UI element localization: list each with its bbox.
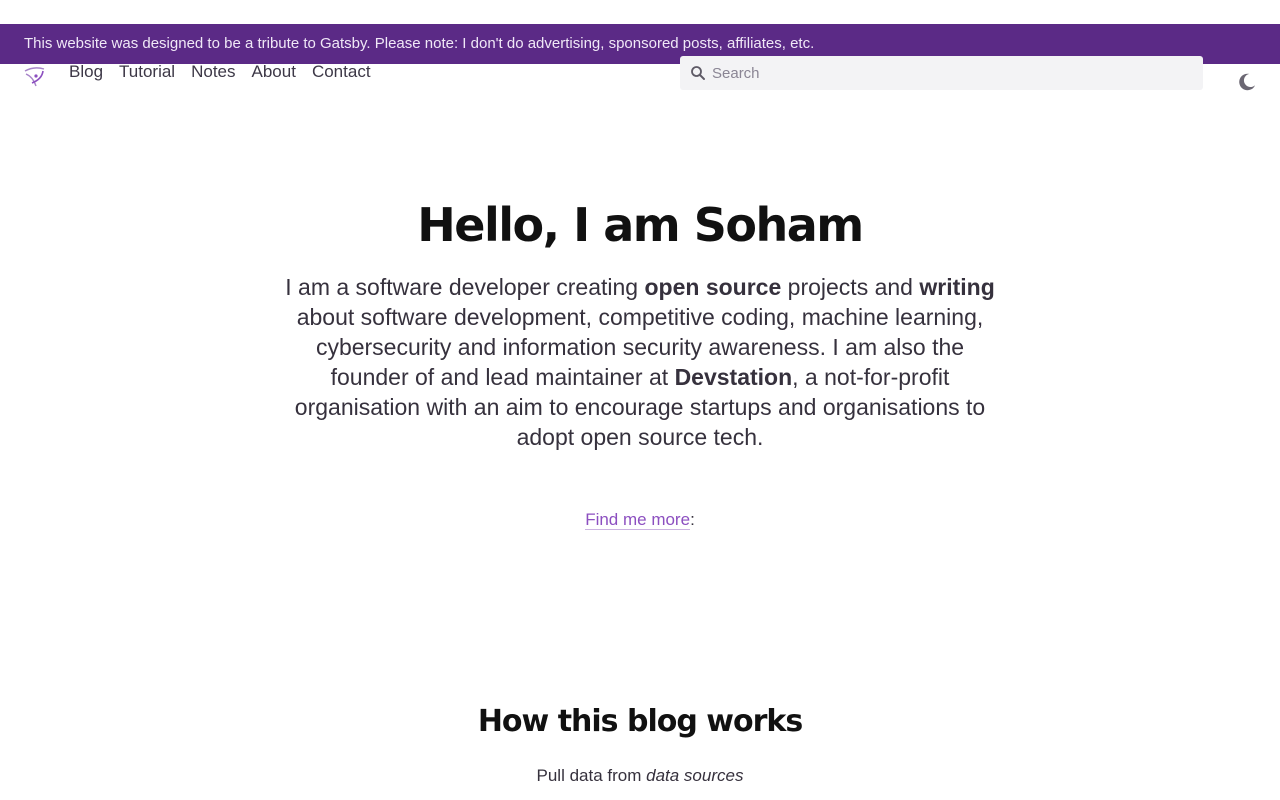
how-it-works-title: How this blog works xyxy=(477,704,803,739)
hero-intro: I am a software developer creating open … xyxy=(280,272,1000,452)
intro-text-1: I am a software developer creating xyxy=(285,274,645,300)
announcement-text: This website was designed to be a tribut… xyxy=(24,35,815,52)
intro-text-2: projects and xyxy=(781,274,920,300)
nav-link-blog[interactable]: Blog xyxy=(69,62,103,82)
search-icon xyxy=(691,66,705,80)
nav-links: Blog Tutorial Notes About Contact xyxy=(69,56,371,88)
how-it-works-section: How this blog works Pull data from data … xyxy=(0,700,1280,786)
intro-bold-open-source: open source xyxy=(644,274,782,300)
find-more-suffix: : xyxy=(690,510,695,529)
moon-icon[interactable] xyxy=(1236,71,1258,93)
nav-link-about[interactable]: About xyxy=(252,62,296,82)
how-line-prefix: Pull data from xyxy=(536,766,647,785)
top-navigation: Blog Tutorial Notes About Contact xyxy=(0,56,1280,92)
intro-bold-devstation: Devstation xyxy=(674,364,793,390)
search-box[interactable] xyxy=(680,56,1203,90)
intro-bold-writing: writing xyxy=(919,274,995,300)
search-input[interactable] xyxy=(712,64,1182,82)
how-it-works-line: Pull data from data sources xyxy=(0,766,1280,786)
nav-link-contact[interactable]: Contact xyxy=(312,62,371,82)
nav-link-notes[interactable]: Notes xyxy=(191,62,235,82)
nav-link-tutorial[interactable]: Tutorial xyxy=(119,62,175,82)
hero-section: Hello, I am Soham I am a software develo… xyxy=(280,196,1000,452)
site-logo-icon[interactable] xyxy=(22,62,48,88)
find-me-more-link[interactable]: Find me more xyxy=(585,510,691,530)
hero-title: Hello, I am Soham xyxy=(417,198,864,252)
find-more-section: Find me more: xyxy=(0,510,1280,530)
how-line-emphasis: data sources xyxy=(646,766,744,785)
